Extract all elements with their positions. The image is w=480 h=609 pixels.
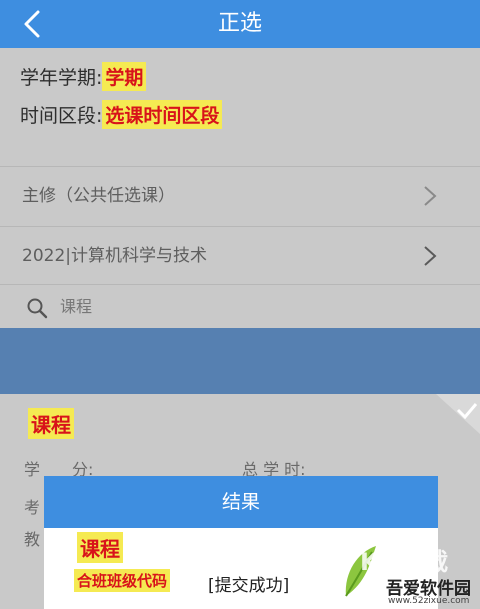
chevron-right-icon	[424, 186, 437, 206]
major-selector[interactable]: 2022|计算机科学与技术	[0, 226, 480, 284]
course-type-label: 主修（公共任选课）	[22, 186, 175, 206]
time-label: 时间区段:	[20, 105, 103, 127]
term-label: 学年学期:	[20, 67, 103, 89]
check-icon	[436, 394, 480, 434]
watermark-mark: KX下载	[360, 548, 450, 576]
time-value: 选课时间区段	[102, 100, 223, 129]
dialog-status: [提交成功]	[208, 576, 290, 596]
major-label: 2022|计算机科学与技术	[22, 246, 207, 266]
course-search-bar[interactable]: 课程	[0, 284, 480, 328]
course-list-header-band	[0, 328, 480, 394]
chevron-right-icon	[424, 246, 437, 266]
dialog-title: 结果	[44, 476, 438, 528]
time-row: 时间区段: 选课时间区段	[20, 100, 223, 129]
term-info-panel: 学年学期: 学期 时间区段: 选课时间区段	[0, 48, 480, 166]
watermark-url: www.52zixue.com	[388, 596, 470, 606]
dialog-course: 课程	[77, 532, 123, 563]
search-icon	[27, 298, 48, 319]
term-value: 学期	[102, 62, 147, 91]
watermark: KX下载 吾爱软件园 www.52zixue.com	[334, 540, 480, 609]
dialog-class-code: 合班班级代码	[74, 569, 171, 592]
teacher-label: 教	[24, 530, 41, 549]
search-placeholder: 课程	[60, 297, 93, 316]
top-nav-bar: 正选	[0, 0, 480, 48]
page-title: 正选	[217, 11, 262, 36]
course-type-selector[interactable]: 主修（公共任选课）	[0, 166, 480, 224]
exam-label: 考	[24, 498, 41, 517]
term-row: 学年学期: 学期	[20, 62, 147, 91]
course-title: 课程	[28, 408, 74, 439]
